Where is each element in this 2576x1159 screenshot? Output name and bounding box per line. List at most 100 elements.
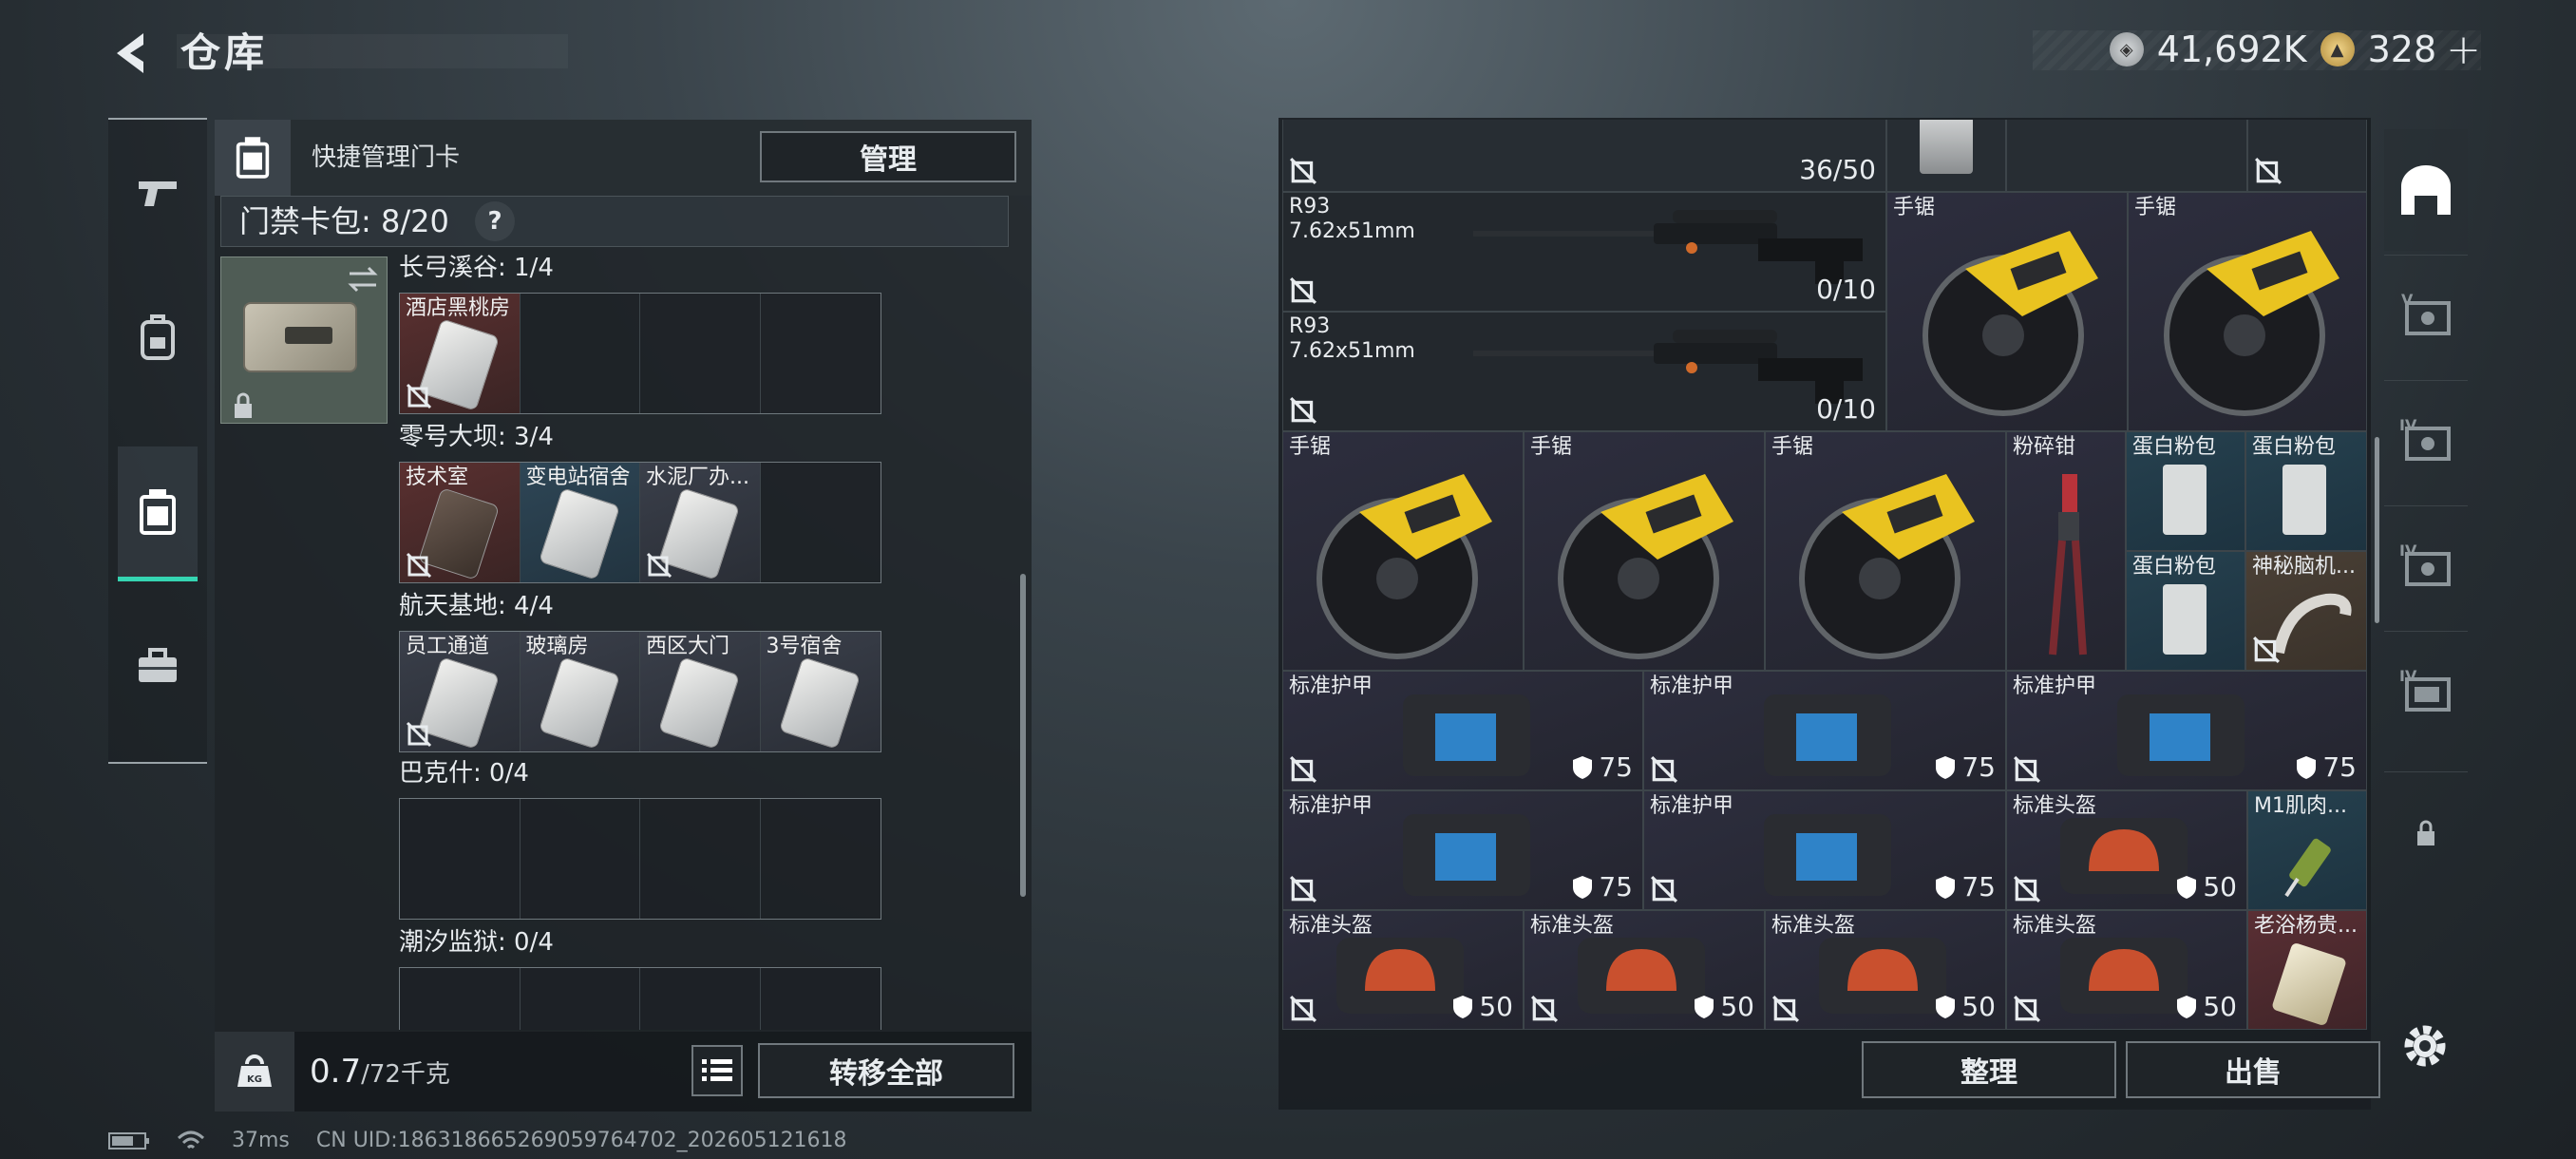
inventory-scrollbar[interactable] (2375, 437, 2379, 623)
durability-value: 50 (1961, 991, 1996, 1022)
weight-value: 0.7 (310, 1053, 362, 1091)
inventory-item[interactable]: 蛋白粉包 (2126, 431, 2245, 551)
nav-backpack[interactable] (118, 266, 198, 408)
cabinet-iv-icon: IV (2399, 668, 2451, 712)
keycard-slot[interactable]: 技术室 (400, 463, 521, 582)
nav-toolbox[interactable] (118, 595, 198, 737)
inventory-item[interactable]: R93 7.62x51mm 0/10 (1282, 312, 1886, 431)
keycard-slot[interactable]: 水泥厂办... (640, 463, 761, 582)
tab-storage-iv-b[interactable]: IV (2384, 505, 2468, 627)
keycard-image (2271, 941, 2347, 1027)
inventory-item[interactable]: 神秘脑机... (2245, 551, 2367, 671)
scrollbar[interactable] (1020, 574, 1026, 897)
inventory-item[interactable]: 标准护甲 75 (1643, 790, 2006, 910)
empty-slot[interactable] (640, 799, 761, 919)
sort-button[interactable]: 整理 (1862, 1041, 2116, 1098)
empty-slot[interactable] (521, 799, 640, 919)
page-title: 仓库 (180, 29, 269, 76)
inventory-item[interactable]: 标准头盔 50 (2006, 910, 2247, 1030)
coin-amount: 41,692K (2156, 28, 2307, 70)
region-card-grid: 酒店黑桃房 (399, 293, 881, 414)
inventory-item[interactable]: 蛋白粉包 (2245, 431, 2367, 551)
region-label: 巴克什: 0/4 (399, 759, 529, 788)
help-button[interactable]: ? (475, 201, 515, 241)
empty-slot[interactable] (761, 463, 881, 582)
item-name: 标准护甲 (2013, 674, 2097, 698)
durability-value: 75 (2322, 751, 2357, 783)
tab-storage-v[interactable]: V (2384, 255, 2468, 376)
keycard-slot[interactable]: 变电站宿舍 (520, 463, 640, 582)
empty-slot[interactable] (761, 799, 881, 919)
settings-button[interactable] (2399, 1020, 2451, 1072)
inventory-item[interactable]: 粉碎钳 (2006, 431, 2126, 671)
tab-locked[interactable] (2384, 771, 2468, 893)
inventory-item[interactable]: 手锯 (1886, 192, 2128, 431)
durability-value: 75 (1599, 871, 1633, 902)
no-sale-icon (406, 552, 432, 579)
tab-storage-main[interactable] (2384, 129, 2468, 251)
empty-slot[interactable] (761, 968, 881, 1030)
item-name: 蛋白粉包 (2252, 435, 2337, 459)
manage-button[interactable]: 管理 (760, 131, 1016, 182)
empty-slot[interactable] (521, 294, 640, 413)
back-button[interactable] (106, 27, 154, 80)
protein-pack-image (2163, 584, 2207, 655)
keycard-case-chip (285, 327, 332, 344)
durability: 75 (1572, 871, 1633, 903)
inventory-item[interactable]: 标准头盔 50 (2006, 790, 2247, 910)
sell-button[interactable]: 出售 (2126, 1041, 2380, 1098)
tab-storage-iv-a[interactable]: IV (2384, 380, 2468, 502)
inventory-item[interactable]: 标准护甲 75 (1282, 671, 1643, 790)
keycard-slot[interactable]: 3号宿舍 (760, 632, 881, 751)
warehouse-icon (2401, 165, 2451, 215)
inventory-grid: 36/50 R93 7.62x51mm 0/10 R93 7.62x51mm 0… (1282, 120, 2367, 1030)
add-currency-button[interactable]: + (2446, 26, 2481, 74)
nav-keycard-case[interactable] (118, 446, 198, 581)
weight-icon: KG (215, 1032, 294, 1112)
premium-amount: 328 (2367, 28, 2437, 70)
currency-display: ◈ 41,692K ▲ 328 + (2109, 25, 2481, 74)
inventory-item[interactable]: 标准头盔 50 (1765, 910, 2006, 1030)
inventory-item[interactable]: M1肌肉... (2247, 790, 2367, 910)
inventory-item[interactable]: 手锯 (1282, 431, 1524, 671)
keycard-slot[interactable]: 西区大门 (640, 632, 761, 751)
keycard-slot[interactable]: 酒店黑桃房 (400, 294, 521, 413)
no-sale-icon (1290, 397, 1316, 424)
empty-slot[interactable] (640, 294, 761, 413)
empty-slot[interactable] (640, 968, 761, 1030)
list-view-button[interactable] (691, 1045, 743, 1096)
keycard-slot[interactable]: 员工通道 (400, 632, 521, 751)
inventory-item[interactable]: 36/50 (1282, 120, 1886, 192)
item-name: R93 7.62x51mm (1289, 195, 1415, 243)
empty-slot[interactable] (521, 968, 640, 1030)
inventory-item[interactable]: 标准护甲 75 (1282, 790, 1643, 910)
empty-slot[interactable] (400, 968, 521, 1030)
inventory-item[interactable]: R93 7.62x51mm 0/10 (1282, 192, 1886, 312)
inventory-item[interactable] (2247, 120, 2367, 192)
empty-slot[interactable] (400, 799, 521, 919)
armor-image (1403, 814, 1530, 896)
inventory-item[interactable]: 蛋白粉包 (2126, 551, 2245, 671)
inventory-item[interactable]: 手锯 (1524, 431, 1765, 671)
ping: 37ms (232, 1129, 290, 1152)
inventory-item[interactable]: 标准护甲 75 (1643, 671, 2006, 790)
lock-icon (232, 391, 255, 424)
inventory-item[interactable]: 手锯 (2128, 192, 2367, 431)
inventory-item[interactable]: 标准头盔 50 (1282, 910, 1524, 1030)
inventory-item[interactable]: 手锯 (1765, 431, 2006, 671)
tab-storage-iv-c[interactable]: IV (2384, 631, 2468, 752)
inventory-item[interactable]: 标准头盔 50 (1524, 910, 1765, 1030)
transfer-all-button[interactable]: 转移全部 (758, 1043, 1014, 1098)
svg-text:IV: IV (2399, 668, 2417, 685)
shield-icon (2177, 996, 2197, 1018)
empty-slot[interactable] (761, 294, 881, 413)
inventory-item[interactable] (1886, 120, 2006, 192)
canister-image (1920, 120, 1973, 174)
nav-weapons[interactable] (118, 122, 198, 264)
inventory-item[interactable]: 标准护甲 75 (2006, 671, 2367, 790)
inventory-item[interactable] (2006, 120, 2247, 192)
inventory-item[interactable]: 老浴杨贵... (2247, 910, 2367, 1030)
helmet-image (1819, 938, 1946, 1014)
keycard-slot[interactable]: 玻璃房 (520, 632, 640, 751)
swap-icon[interactable] (346, 264, 380, 298)
